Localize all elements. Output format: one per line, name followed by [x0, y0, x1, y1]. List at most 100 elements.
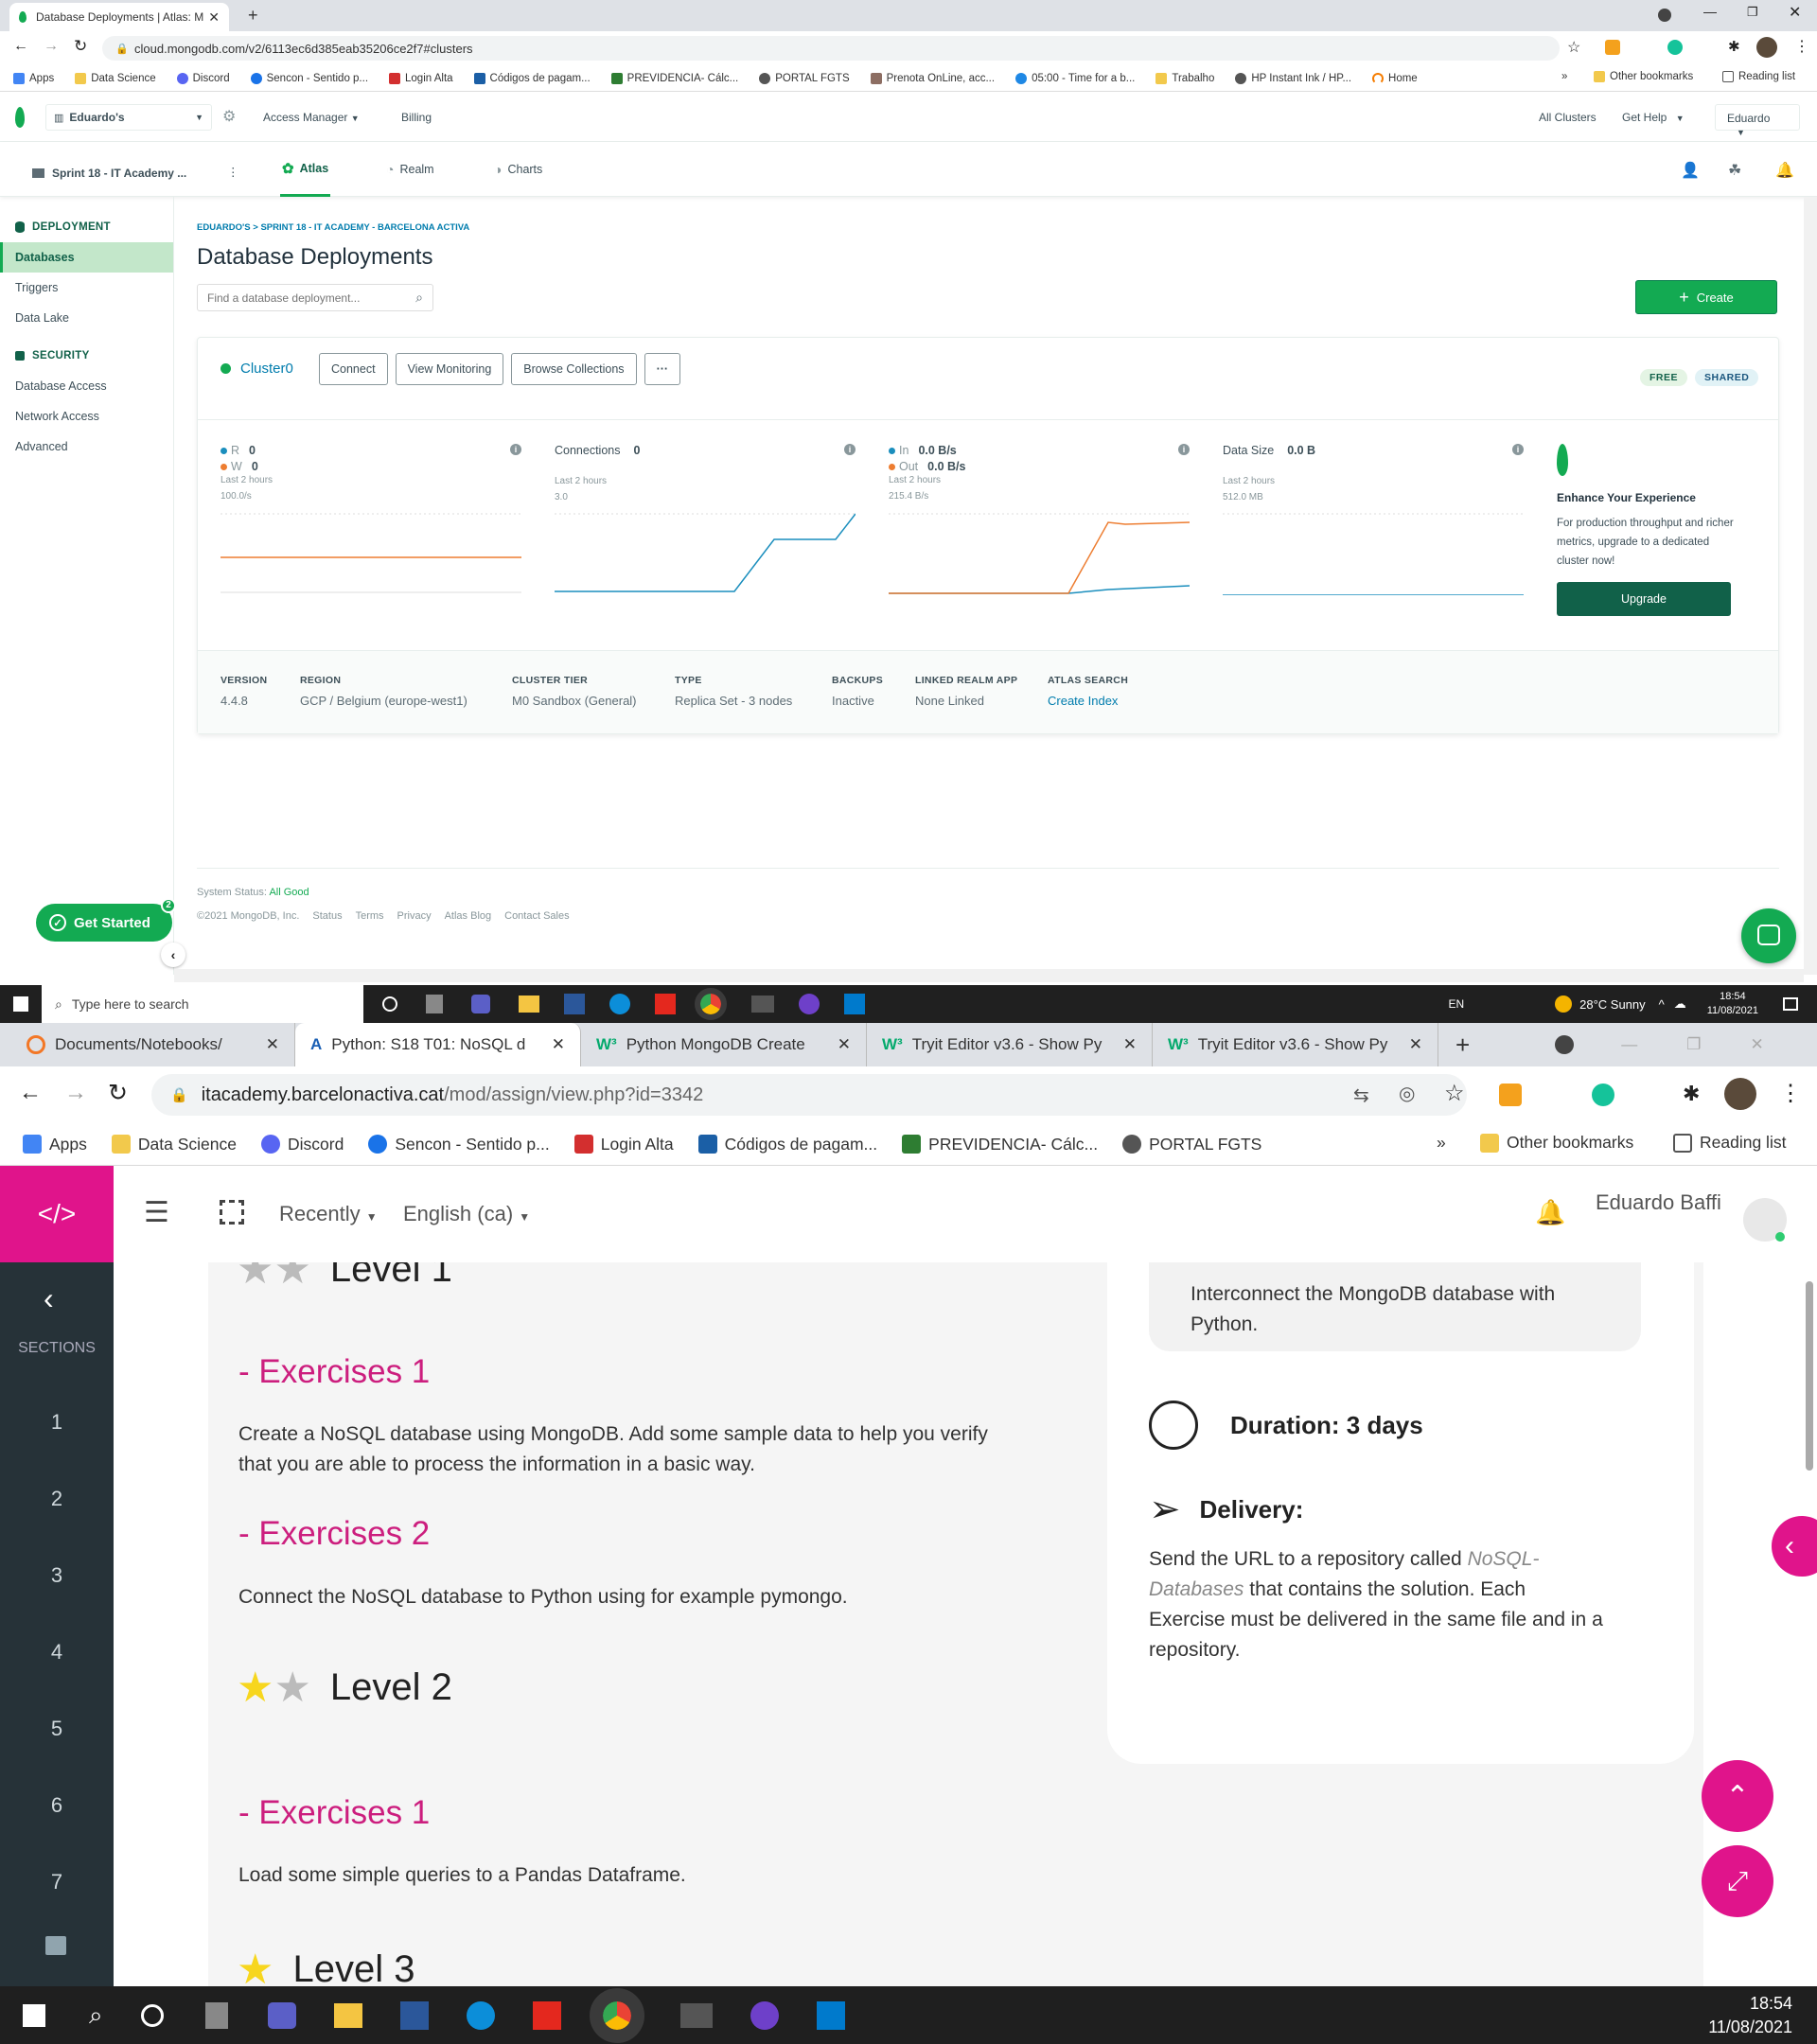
new-tab-button[interactable]: +	[1455, 1031, 1470, 1060]
all-clusters-link[interactable]: All Clusters	[1539, 111, 1596, 124]
windows-start-icon[interactable]	[13, 996, 28, 1012]
close-tab-icon[interactable]: ✕	[838, 1035, 851, 1054]
view-monitoring-button[interactable]: View Monitoring	[395, 353, 504, 385]
github-icon[interactable]	[799, 994, 820, 1014]
terminal-icon[interactable]	[751, 996, 774, 1013]
expand-button[interactable]: ⤢	[1702, 1845, 1773, 1917]
language-indicator[interactable]: EN	[1448, 997, 1464, 1011]
back-icon[interactable]: ←	[19, 1080, 42, 1106]
bookmark-data-science[interactable]: Data Science	[75, 72, 156, 84]
billing-link[interactable]: Billing	[401, 111, 432, 124]
sidebar-item-advanced[interactable]: Advanced	[0, 432, 173, 462]
tab-realm[interactable]: ◔ Realm	[386, 142, 434, 197]
footer-contact-link[interactable]: Contact Sales	[504, 910, 569, 922]
tab-tryit-2[interactable]: W³ Tryit Editor v3.6 - Show Py ✕	[1153, 1023, 1438, 1066]
reading-list[interactable]: Reading list	[1722, 71, 1795, 82]
calculator-icon[interactable]	[426, 995, 443, 1013]
reload-icon[interactable]: ↻	[108, 1079, 128, 1107]
vscode-icon[interactable]	[816, 2000, 845, 2030]
edge-icon[interactable]	[609, 994, 630, 1014]
restore-button[interactable]: ❐	[1747, 5, 1758, 20]
avatar[interactable]	[1724, 1078, 1756, 1110]
info-icon[interactable]: i	[1178, 444, 1190, 455]
bookmark-trabalho[interactable]: Trabalho	[1155, 72, 1214, 84]
section-1[interactable]: 1	[0, 1383, 114, 1460]
more-options-button[interactable]: ···	[644, 353, 681, 385]
org-settings-icon[interactable]: ⚙	[222, 107, 236, 126]
page-scrollbar[interactable]	[1806, 1281, 1813, 1471]
address-bar[interactable]: 🔒 itacademy.barcelonactiva.cat/mod/assig…	[151, 1074, 1467, 1116]
close-tab-icon[interactable]: ✕	[552, 1035, 565, 1054]
file-explorer-icon[interactable]	[519, 996, 539, 1013]
cortana-icon[interactable]	[140, 2003, 164, 2027]
new-tab-button[interactable]: +	[248, 6, 258, 26]
user-name[interactable]: Eduardo Baffi	[1596, 1190, 1721, 1215]
other-bookmarks[interactable]: Other bookmarks	[1594, 71, 1693, 82]
sidebar-item-triggers[interactable]: Triggers	[0, 273, 173, 303]
close-tab-icon[interactable]: ✕	[1123, 1035, 1137, 1054]
create-button[interactable]: + Create	[1635, 280, 1777, 314]
drawer-toggle[interactable]: ‹	[1772, 1516, 1817, 1577]
profile-menu-icon[interactable]	[1555, 1035, 1575, 1054]
address-bar[interactable]: 🔒 cloud.mongodb.com/v2/6113ec6d385eab352…	[102, 36, 1560, 61]
word-icon[interactable]	[564, 994, 585, 1014]
search-input[interactable]	[207, 291, 416, 305]
edge-icon[interactable]	[466, 2000, 495, 2030]
star-icon[interactable]: ☆	[1444, 1080, 1465, 1107]
word-icon[interactable]	[399, 2000, 429, 2030]
bookmark-sencon[interactable]: Sencon - Sentido p...	[368, 1135, 550, 1154]
forward-icon[interactable]: →	[64, 1080, 87, 1106]
weather-text[interactable]: 28°C Sunny	[1579, 997, 1646, 1012]
bookmark-hp[interactable]: HP Instant Ink / HP...	[1235, 72, 1351, 84]
other-bookmarks[interactable]: Other bookmarks	[1480, 1133, 1633, 1153]
close-window-button[interactable]: ✕	[1750, 1035, 1763, 1054]
connections-metric[interactable]: Connections 0 Last 2 hours 3.0 i	[555, 444, 856, 633]
minimize-button[interactable]: —	[1621, 1035, 1637, 1054]
taskbar-search[interactable]: ⌕ Type here to search	[42, 985, 363, 1023]
cortana-icon[interactable]	[382, 996, 397, 1012]
status-all-good-link[interactable]: All Good	[269, 887, 309, 898]
mongodb-leaf-icon[interactable]	[15, 107, 25, 128]
bookmark-login-alta[interactable]: Login Alta	[573, 1135, 674, 1154]
bookmark-previdencia[interactable]: PREVIDENCIA- Cálc...	[902, 1135, 1098, 1154]
taskbar-clock[interactable]: 18:54 11/08/2021	[1707, 990, 1758, 1018]
project-options-icon[interactable]: ⋮	[227, 165, 239, 179]
grammarly-icon[interactable]	[1667, 40, 1683, 55]
scrollbar[interactable]	[1804, 197, 1817, 975]
windows-start-icon[interactable]	[23, 2003, 45, 2027]
breadcrumb[interactable]: EDUARDO'S > SPRINT 18 - IT ACADEMY - BAR…	[197, 222, 469, 233]
section-5[interactable]: 5	[0, 1690, 114, 1767]
section-2[interactable]: 2	[0, 1460, 114, 1537]
archive-icon[interactable]	[45, 1936, 66, 1955]
invite-user-icon[interactable]: 👤	[1681, 161, 1700, 180]
tab-moodle-active[interactable]: A Python: S18 T01: NoSQL d ✕	[295, 1023, 581, 1066]
get-help-menu[interactable]: Get Help ▼	[1622, 111, 1685, 124]
tab-w3-create[interactable]: W³ Python MongoDB Create ✕	[581, 1023, 867, 1066]
browse-collections-button[interactable]: Browse Collections	[511, 353, 637, 385]
hamburger-menu-icon[interactable]: ☰	[144, 1196, 169, 1229]
browser-menu-icon[interactable]: ⋮	[1779, 1080, 1802, 1107]
bookmark-portal-fgts[interactable]: PORTAL FGTS	[1122, 1135, 1261, 1154]
get-started-button[interactable]: ✓ Get Started	[36, 904, 172, 942]
bookmark-time[interactable]: 05:00 - Time for a b...	[1015, 72, 1135, 84]
cluster-name-link[interactable]: Cluster0	[240, 361, 293, 377]
star-icon[interactable]: ☆	[1567, 38, 1580, 57]
horizontal-scrollbar[interactable]	[174, 969, 1804, 982]
data-size-metric[interactable]: Data Size 0.0 B Last 2 hours 512.0 MB i	[1223, 444, 1524, 633]
chrome-icon[interactable]	[695, 988, 727, 1020]
extension-rss-icon[interactable]	[1499, 1084, 1522, 1106]
bookmark-home[interactable]: Home	[1372, 72, 1418, 84]
reload-icon[interactable]: ↻	[74, 37, 87, 56]
connect-button[interactable]: Connect	[319, 353, 388, 385]
notifications-bell-icon[interactable]: 🔔	[1535, 1198, 1565, 1227]
deployment-search[interactable]: ⌕	[197, 284, 433, 311]
calculator-icon[interactable]	[204, 2001, 228, 2029]
back-icon[interactable]: ←	[13, 38, 28, 55]
sidebar-item-data-lake[interactable]: Data Lake	[0, 303, 173, 333]
bookmark-apps[interactable]: Apps	[23, 1135, 87, 1154]
profile-menu-icon[interactable]	[1658, 9, 1671, 22]
close-tab-icon[interactable]: ✕	[266, 1035, 279, 1054]
scroll-to-top-button[interactable]: ⌃	[1702, 1760, 1773, 1832]
footer-status-link[interactable]: Status	[312, 910, 342, 922]
bookmark-previdencia[interactable]: PREVIDENCIA- Cálc...	[610, 72, 738, 84]
